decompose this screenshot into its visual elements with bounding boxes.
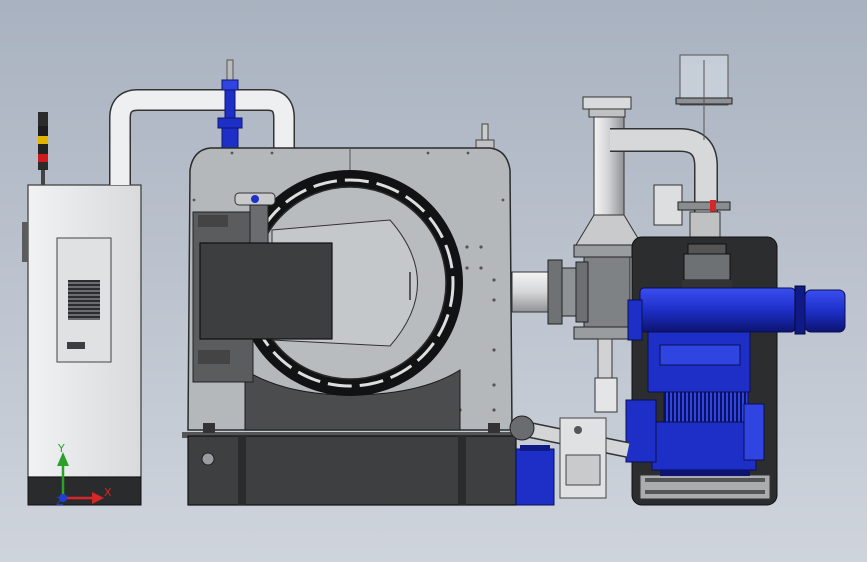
z-axis-label: Z (56, 495, 64, 508)
cabinet-vent (68, 280, 100, 320)
x-axis-label: X (104, 486, 112, 499)
vacuum-chamber[interactable] (182, 147, 517, 506)
signal-tower-icon (38, 112, 48, 185)
cad-model-scene: Y X Z (22, 54, 846, 508)
blue-tank (515, 445, 555, 506)
side-port (511, 259, 585, 325)
control-cabinet[interactable] (22, 184, 142, 506)
cad-viewport[interactable]: Y X Z (0, 0, 867, 562)
y-axis-label: Y (57, 442, 65, 455)
